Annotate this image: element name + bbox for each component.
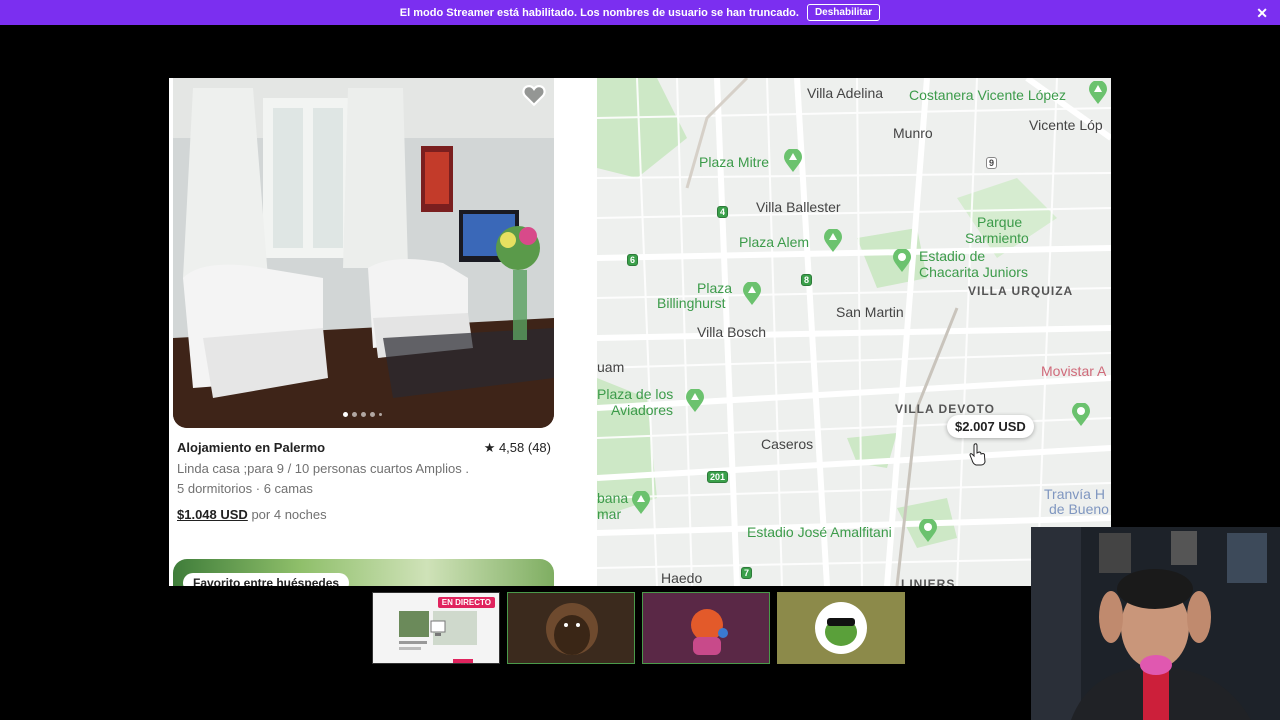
map-label: Sarmiento xyxy=(965,230,1029,246)
route-shield: 8 xyxy=(801,274,813,286)
map-label: Villa Adelina xyxy=(807,85,884,101)
hand-cursor-icon xyxy=(969,443,986,466)
listing-info[interactable]: Alojamiento en Palermo ★ 4,58 (48) Linda… xyxy=(177,440,551,522)
map-label: Plaza xyxy=(697,280,733,296)
map-label: Villa Ballester xyxy=(756,199,841,215)
avatar xyxy=(546,603,598,655)
park-pin-icon xyxy=(1089,81,1107,104)
map-label: VILLA URQUIZA xyxy=(968,284,1074,298)
map-label: VILLA DEVOTO xyxy=(895,402,996,416)
banner-message: El modo Streamer está habilitado. Los no… xyxy=(399,6,799,19)
listing-title[interactable]: Alojamiento en Palermo xyxy=(177,440,325,456)
carousel-dot[interactable] xyxy=(370,412,375,417)
map-label: Plaza Alem xyxy=(739,234,810,250)
avatar xyxy=(691,609,728,655)
listing-rating: ★ 4,58 (48) xyxy=(483,440,551,455)
screen-share-thumbnail[interactable]: EN DIRECTO xyxy=(372,592,500,664)
webcam-image xyxy=(1031,527,1280,720)
stadium-pin-icon xyxy=(919,519,937,542)
webcam-overlay xyxy=(1031,527,1280,720)
map-price-pin[interactable]: $2.007 USD xyxy=(947,415,1034,438)
disable-streamer-button[interactable]: Deshabilitar xyxy=(806,4,881,21)
map[interactable]: Villa Adelina Costanera Vicente López Mu… xyxy=(597,78,1111,586)
route-shield: 201 xyxy=(707,471,729,483)
map-label: Caseros xyxy=(761,436,814,452)
map-label: Vicente Lóp xyxy=(1029,117,1103,133)
map-label: Estadio José Amalfitani xyxy=(747,524,892,540)
map-label: Movistar A xyxy=(1041,363,1107,379)
park-pin-icon xyxy=(686,389,704,412)
avatar xyxy=(815,602,867,654)
route-shield: 4 xyxy=(717,206,729,218)
map-label: LINIERS xyxy=(901,577,956,586)
stadium-pin-icon xyxy=(1072,403,1090,426)
stream-thumbnails: EN DIRECTO xyxy=(372,592,905,664)
map-label: Plaza de los xyxy=(597,386,674,402)
carousel-dot[interactable] xyxy=(361,412,366,417)
participant-avatar-tile[interactable] xyxy=(507,592,635,664)
live-badge: EN DIRECTO xyxy=(437,597,495,608)
guest-favorite-badge: Favorito entre huéspedes xyxy=(183,573,350,586)
next-listing-card[interactable]: Favorito entre huéspedes xyxy=(173,559,554,586)
map-label: Billinghurst xyxy=(657,295,726,311)
park-pin-icon xyxy=(824,229,842,252)
map-label: Villa Bosch xyxy=(697,324,767,340)
map-label: Aviadores xyxy=(611,402,674,418)
listing-description: Linda casa ;para 9 / 10 personas cuartos… xyxy=(177,461,469,476)
close-icon[interactable]: ✕ xyxy=(1256,5,1268,22)
map-label: Chacarita Juniors xyxy=(919,264,1028,280)
listing-price-suffix: por 4 noches xyxy=(251,507,327,522)
carousel-dot[interactable] xyxy=(352,412,357,417)
map-label: Parque xyxy=(977,214,1023,230)
carousel-dot[interactable] xyxy=(343,412,348,417)
map-label: Tranvía H xyxy=(1044,486,1105,502)
route-shield: 6 xyxy=(627,254,639,266)
park-pin-icon xyxy=(743,282,761,305)
streamer-mode-banner: El modo Streamer está habilitado. Los no… xyxy=(0,0,1280,25)
participant-avatar-tile[interactable] xyxy=(777,592,905,664)
carousel-dots xyxy=(343,412,382,417)
participant-avatar-tile[interactable] xyxy=(642,592,770,664)
listing-beds: 5 dormitorios · 6 camas xyxy=(177,481,313,496)
carousel-dot[interactable] xyxy=(379,413,382,416)
map-label: uam xyxy=(597,359,625,375)
map-streets xyxy=(597,78,1111,586)
park-pin-icon xyxy=(784,149,802,172)
map-label: mar xyxy=(597,506,622,522)
stadium-pin-icon xyxy=(893,249,911,272)
route-shield: 7 xyxy=(741,567,753,579)
listing-price[interactable]: $1.048 USD xyxy=(177,507,248,522)
park-pin-icon xyxy=(632,491,650,514)
heart-icon[interactable] xyxy=(521,82,547,108)
map-label: San Martin xyxy=(836,304,904,320)
shared-screen: Alojamiento en Palermo ★ 4,58 (48) Linda… xyxy=(169,78,1111,586)
map-label: bana xyxy=(597,490,629,506)
map-label: Plaza Mitre xyxy=(699,154,770,170)
listing-photo[interactable] xyxy=(173,78,554,428)
living-room-image xyxy=(173,78,554,428)
map-label: Estadio de xyxy=(919,248,986,264)
map-label: Munro xyxy=(893,125,933,141)
map-label: Haedo xyxy=(661,570,703,586)
route-shield: 9 xyxy=(986,157,998,169)
map-label: Costanera Vicente López xyxy=(909,87,1066,103)
map-label: de Bueno xyxy=(1049,501,1109,517)
